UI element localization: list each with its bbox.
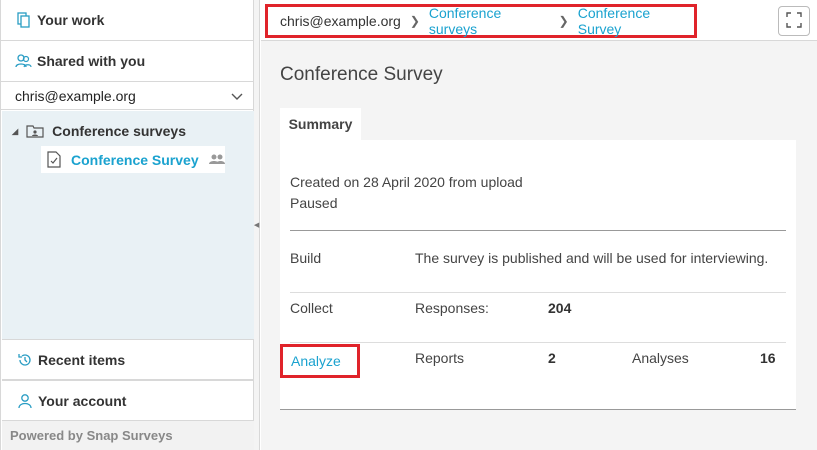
expand-triangle-icon[interactable]: ◢ — [12, 127, 18, 136]
collect-label: Collect — [290, 300, 333, 316]
survey-document-icon — [47, 151, 63, 169]
shared-users-icon — [15, 52, 33, 70]
reports-count: 2 — [548, 350, 556, 366]
breadcrumb-folder[interactable]: Conference surveys — [429, 5, 550, 37]
analyses-label: Analyses — [632, 350, 689, 366]
responses-label: Responses: — [415, 300, 489, 316]
responses-count: 204 — [548, 300, 572, 316]
documents-icon — [15, 11, 33, 29]
shared-users-icon — [208, 154, 225, 165]
nav-account-label: Your account — [38, 392, 127, 409]
breadcrumb: chris@example.org ❯ Conference surveys ❯… — [265, 4, 697, 38]
section-divider — [290, 230, 786, 231]
tree-folder-conference-surveys[interactable]: ◢ Conference surveys — [2, 119, 254, 143]
analyze-highlight: Analyze — [280, 344, 360, 378]
powered-by-footer: Powered by Snap Surveys — [2, 420, 254, 450]
account-dropdown[interactable]: chris@example.org — [1, 82, 253, 110]
top-bar: chris@example.org ❯ Conference surveys ❯… — [261, 0, 817, 41]
panel-splitter[interactable]: ◀ — [254, 0, 260, 450]
main-panel: chris@example.org ❯ Conference surveys ❯… — [261, 0, 817, 450]
collapse-arrow-icon[interactable]: ◀ — [254, 221, 259, 229]
build-status-text: The survey is published and will be used… — [415, 250, 769, 266]
tree-survey-label: Conference Survey — [71, 151, 199, 168]
breadcrumb-root[interactable]: chris@example.org — [280, 13, 401, 29]
fullscreen-button[interactable] — [778, 6, 810, 36]
row-divider — [290, 342, 786, 343]
page-title: Conference Survey — [280, 64, 443, 85]
chevron-right-icon: ❯ — [409, 14, 420, 28]
row-divider — [290, 292, 786, 293]
tab-summary[interactable]: Summary — [280, 108, 361, 140]
nav-recent-label: Recent items — [38, 351, 126, 368]
breadcrumb-current[interactable]: Conference Survey — [578, 5, 694, 37]
nav-shared-label: Shared with you — [37, 53, 146, 69]
history-icon — [16, 351, 34, 369]
expand-icon — [786, 11, 802, 31]
chevron-down-icon — [231, 88, 243, 104]
survey-status: Paused — [290, 195, 338, 211]
created-info: Created on 28 April 2020 from upload — [290, 174, 523, 190]
tree-folder-label: Conference surveys — [52, 123, 186, 139]
reports-label: Reports — [415, 350, 465, 366]
nav-your-work-label: Your work — [37, 12, 105, 28]
account-dropdown-value: chris@example.org — [15, 87, 136, 104]
analyze-link[interactable]: Analyze — [291, 353, 341, 369]
build-label: Build — [290, 250, 322, 266]
nav-shared-with-you[interactable]: Shared with you — [1, 41, 253, 82]
nav-your-account[interactable]: Your account — [2, 380, 254, 421]
summary-content: Created on 28 April 2020 from upload Pau… — [261, 140, 817, 450]
sidebar: Your work Shared with you chris@example.… — [0, 0, 254, 450]
nav-recent-items[interactable]: Recent items — [2, 339, 254, 380]
nav-your-work[interactable]: Your work — [1, 0, 253, 41]
folder-icon — [26, 123, 44, 139]
chevron-right-icon: ❯ — [558, 14, 569, 28]
summary-panel: Created on 28 April 2020 from upload Pau… — [280, 140, 796, 410]
analyses-count: 16 — [760, 350, 776, 366]
tree-item-conference-survey[interactable]: Conference Survey — [41, 146, 225, 173]
survey-tree: ◢ Conference surveys Conference Survey — [2, 111, 254, 339]
user-icon — [16, 392, 34, 410]
